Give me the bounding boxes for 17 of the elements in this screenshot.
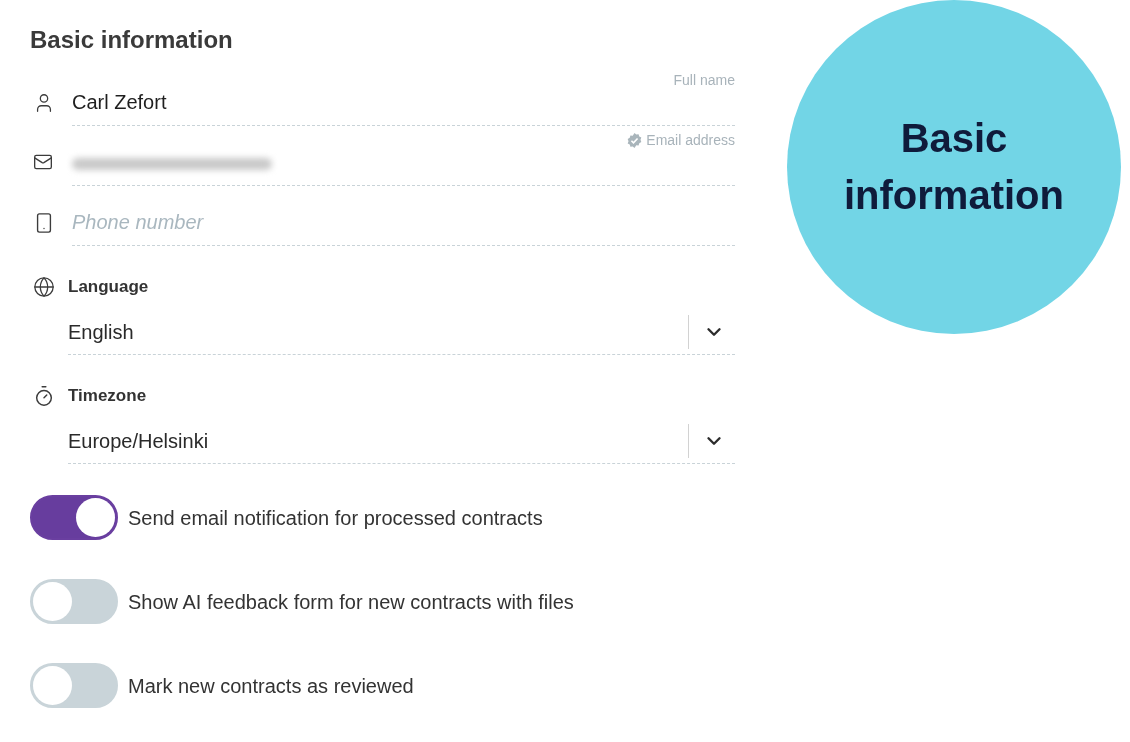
- mail-icon: [33, 152, 53, 172]
- dropdown-select[interactable]: Europe/Helsinki: [68, 418, 735, 464]
- toggle-label: Show AI feedback form for new contracts with files: [128, 589, 574, 615]
- dropdown-select[interactable]: English: [68, 309, 735, 355]
- select-label: Timezone: [68, 385, 147, 407]
- field-label: Email address: [646, 131, 735, 149]
- toggle-label: Mark new contracts as reviewed: [128, 673, 414, 699]
- field-label: Full name: [673, 71, 735, 89]
- circle-badge: Basic information: [787, 0, 1121, 334]
- toggle-label: Send email notification for processed contracts: [128, 505, 543, 531]
- text-field[interactable]: Carl Zefort: [72, 90, 735, 126]
- select-label: Language: [68, 276, 149, 298]
- text-field[interactable]: Phone number: [72, 210, 735, 246]
- toggle-switch[interactable]: [30, 495, 118, 540]
- section-title: Basic information: [30, 25, 234, 55]
- stopwatch-icon: [33, 385, 55, 407]
- globe-icon: [33, 276, 55, 298]
